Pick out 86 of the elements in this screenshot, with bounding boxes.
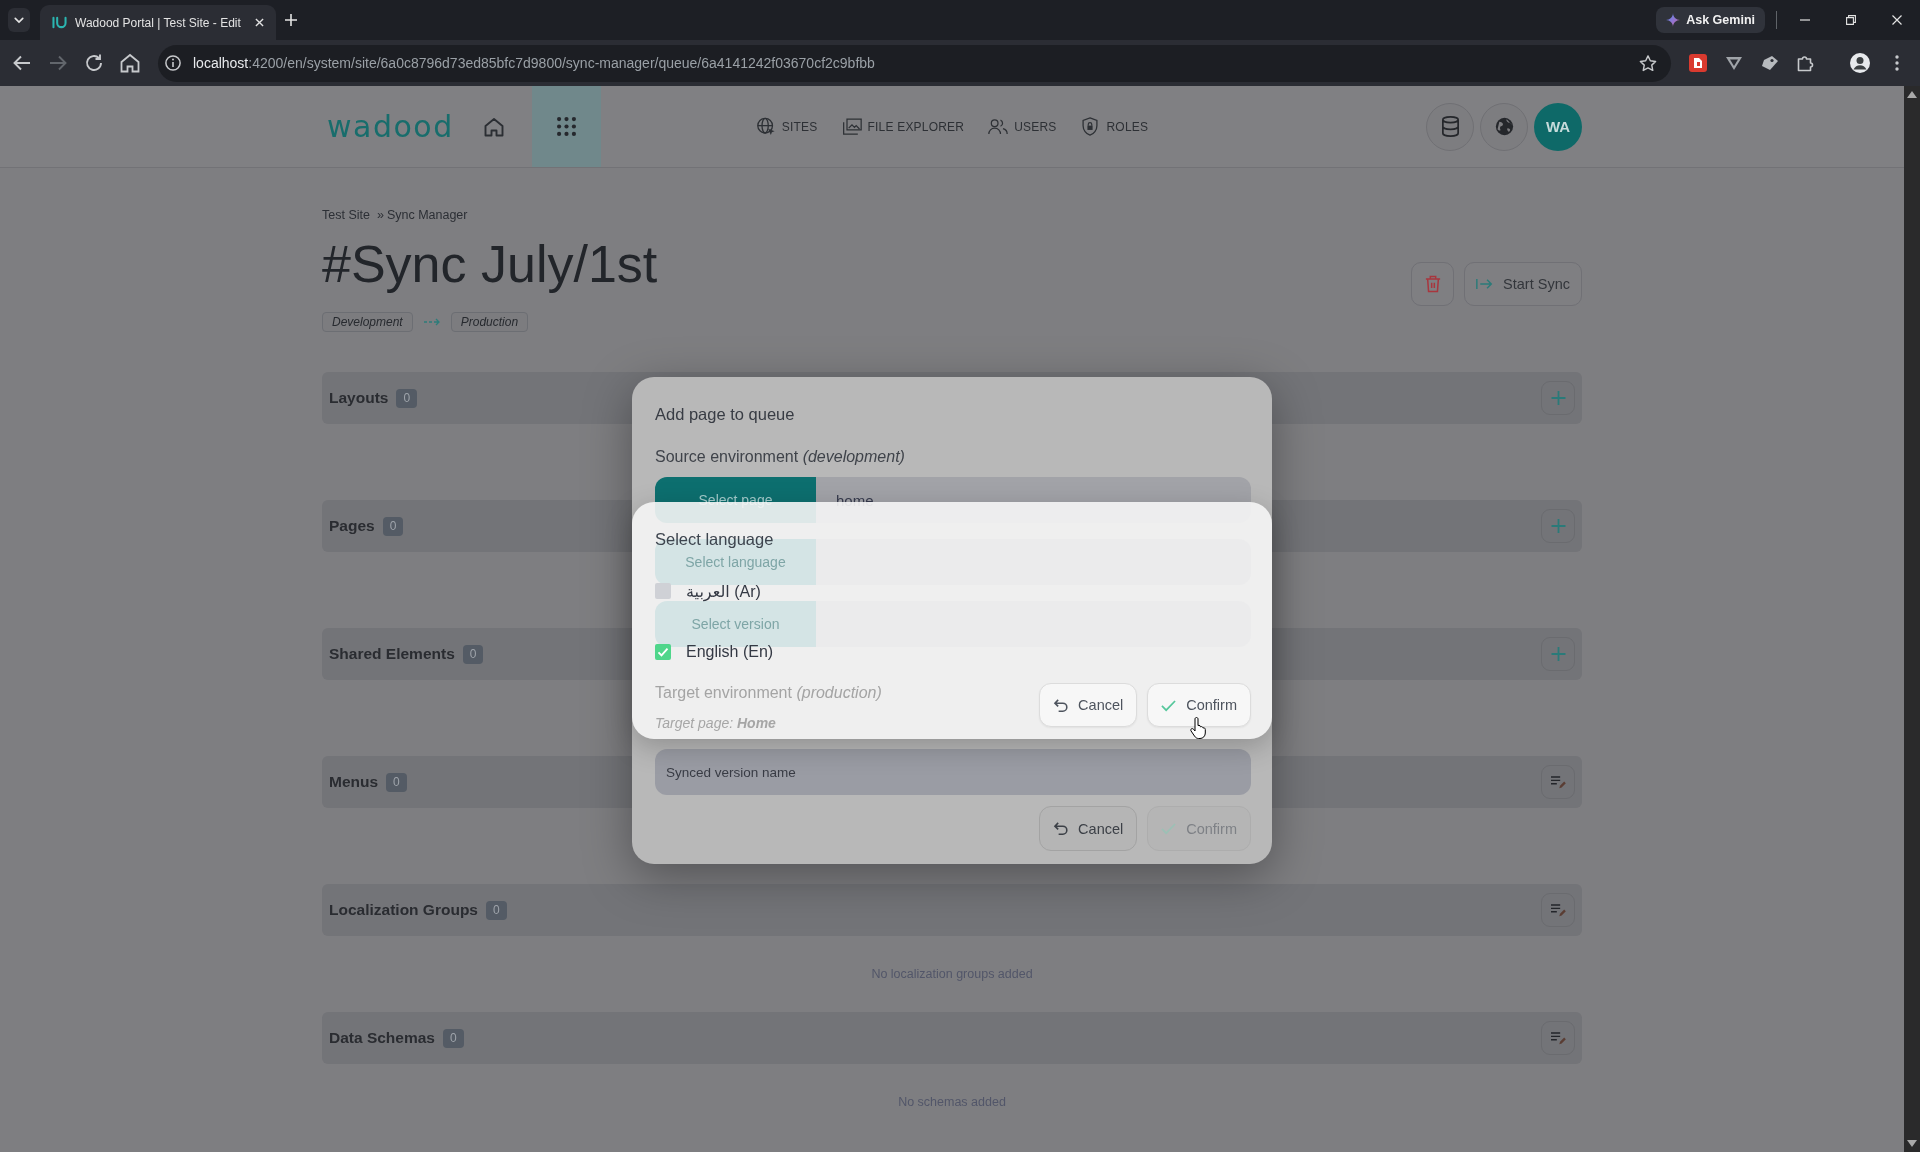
scrollbar[interactable] bbox=[1904, 86, 1920, 1152]
nav-link[interactable]: FILE EXPLORER bbox=[841, 117, 965, 136]
plus-icon bbox=[1550, 391, 1566, 405]
breadcrumb-separator: » bbox=[376, 207, 384, 223]
count-badge: 0 bbox=[462, 644, 484, 664]
caret-down-icon bbox=[14, 16, 24, 24]
section-title: Localization Groups bbox=[329, 901, 478, 919]
scroll-up-icon[interactable] bbox=[1907, 91, 1917, 98]
sparkle-icon bbox=[1666, 13, 1681, 27]
shield-icon bbox=[1080, 117, 1101, 136]
cancel-button[interactable]: Cancel bbox=[1039, 683, 1138, 727]
source-environment-label: Source environment (development) bbox=[655, 447, 905, 467]
edit-list-button[interactable] bbox=[1541, 765, 1575, 799]
checkbox[interactable] bbox=[655, 583, 671, 599]
user-avatar[interactable]: WA bbox=[1534, 102, 1582, 151]
list-edit-icon bbox=[1550, 1031, 1566, 1045]
count-badge: 0 bbox=[486, 900, 507, 920]
square-logo-icon[interactable] bbox=[1689, 54, 1707, 72]
cancel-button[interactable]: Cancel bbox=[1039, 806, 1138, 851]
environment-tag: Production bbox=[450, 312, 529, 332]
plus-icon[interactable] bbox=[285, 14, 297, 26]
check-icon bbox=[1161, 822, 1177, 835]
plus-icon bbox=[1550, 647, 1566, 661]
profile-icon[interactable] bbox=[1849, 52, 1871, 74]
picker-field[interactable] bbox=[816, 601, 1251, 647]
nav-link[interactable]: USERS bbox=[988, 117, 1057, 136]
dashed-arrow-icon bbox=[423, 318, 440, 326]
close-icon[interactable] bbox=[1892, 15, 1902, 25]
target-environment-label: Target environment (production) bbox=[655, 683, 882, 703]
list-edit-icon bbox=[1550, 903, 1566, 917]
confirm-button[interactable]: Confirm bbox=[1147, 683, 1251, 727]
more-icon[interactable] bbox=[1895, 55, 1899, 71]
bookmark-star-icon[interactable] bbox=[1639, 54, 1657, 72]
ask-gemini-button[interactable]: Ask Gemini bbox=[1656, 7, 1765, 33]
version-name-field[interactable]: Synced version name bbox=[655, 749, 1251, 795]
modal-title: Add page to queue bbox=[655, 404, 795, 425]
triangle-icon[interactable] bbox=[1725, 54, 1743, 72]
globe-icon bbox=[755, 117, 776, 136]
nav-link[interactable]: ROLES bbox=[1080, 117, 1149, 136]
users-icon bbox=[988, 117, 1009, 136]
tag-icon[interactable] bbox=[1761, 54, 1779, 72]
count-badge: 0 bbox=[443, 1028, 464, 1048]
list-edit-icon bbox=[1550, 775, 1566, 789]
address-bar[interactable]: localhost:4200/en/system/site/6a0c8796d73ed85bfc7d9800/sync-manager/queue/6a4141242f03670cf2c9bfbb bbox=[158, 44, 1671, 82]
section-title: Menus bbox=[329, 773, 379, 791]
section-title: Layouts bbox=[329, 389, 389, 407]
back-icon[interactable] bbox=[12, 53, 32, 73]
count-badge: 0 bbox=[396, 388, 418, 408]
database-button[interactable] bbox=[1426, 102, 1474, 151]
language-button[interactable] bbox=[1480, 102, 1528, 151]
arrow-right-icon bbox=[1476, 278, 1494, 290]
scroll-down-icon[interactable] bbox=[1907, 1140, 1917, 1147]
home-icon[interactable] bbox=[483, 116, 504, 137]
breadcrumb-current: Sync Manager bbox=[386, 207, 468, 223]
globe-icon bbox=[1494, 116, 1514, 137]
section-title: Data Schemas bbox=[329, 1029, 435, 1047]
edit-list-button[interactable] bbox=[1541, 1021, 1575, 1055]
grid-icon bbox=[556, 117, 576, 136]
picker-field[interactable] bbox=[816, 539, 1251, 585]
edit-list-button[interactable] bbox=[1541, 893, 1575, 927]
images-icon bbox=[841, 117, 862, 136]
trash-icon bbox=[1424, 275, 1441, 293]
undo-icon bbox=[1053, 822, 1069, 835]
site-logo-icon bbox=[52, 16, 67, 29]
environment-tag: Development bbox=[322, 312, 413, 332]
undo-icon bbox=[1053, 698, 1069, 712]
reload-icon[interactable] bbox=[84, 53, 104, 73]
count-badge: 0 bbox=[382, 516, 404, 536]
section-title: Pages bbox=[329, 517, 375, 535]
start-sync-button[interactable]: Start Sync bbox=[1464, 262, 1582, 306]
plus-icon bbox=[1550, 519, 1566, 533]
info-icon[interactable] bbox=[165, 55, 181, 71]
restore-icon[interactable] bbox=[1846, 15, 1856, 25]
browser-tab[interactable]: Wadood Portal | Test Site - Edit bbox=[40, 5, 276, 40]
puzzle-icon[interactable] bbox=[1797, 54, 1815, 72]
nav-link[interactable]: SITES bbox=[755, 117, 818, 136]
close-tab-icon[interactable] bbox=[255, 18, 264, 27]
target-page-label: Target page: Home bbox=[655, 714, 776, 733]
count-badge: 0 bbox=[386, 772, 407, 792]
tab-search-button[interactable] bbox=[8, 8, 30, 32]
checkbox[interactable] bbox=[655, 644, 671, 660]
page-title: #Sync July/1st bbox=[322, 235, 658, 293]
breadcrumb-link[interactable]: Test Site bbox=[322, 207, 370, 223]
section-title: Shared Elements bbox=[329, 645, 455, 663]
database-icon bbox=[1440, 116, 1460, 137]
check-icon bbox=[1161, 698, 1177, 712]
